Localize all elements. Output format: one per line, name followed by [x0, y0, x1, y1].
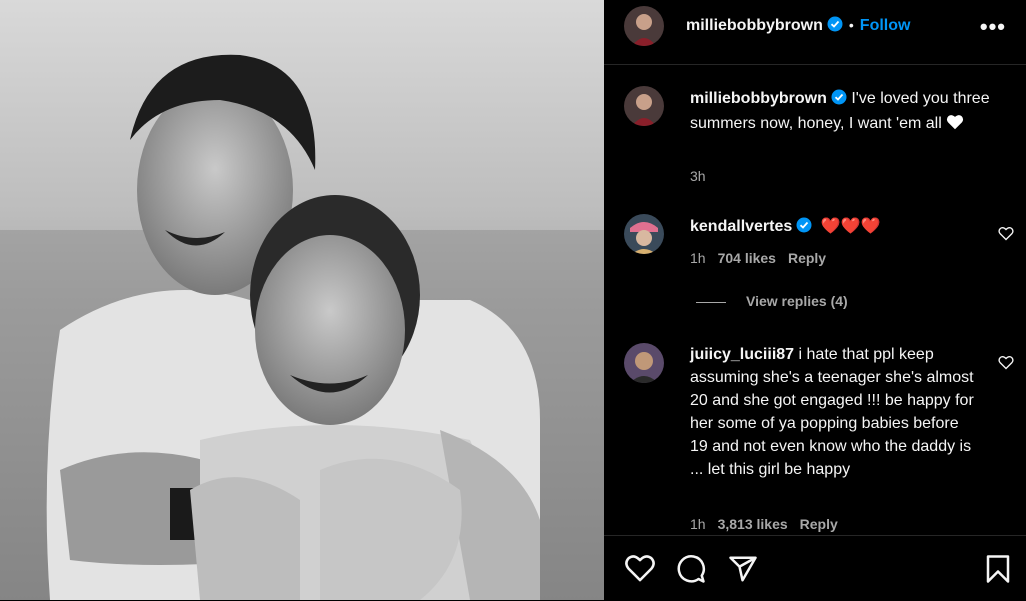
view-replies-label: View replies (4) — [746, 293, 848, 309]
comment-likes[interactable]: 704 likes — [718, 250, 776, 266]
caption-meta: 3h — [690, 168, 718, 184]
follow-button[interactable]: Follow — [860, 17, 911, 34]
reply-button[interactable]: Reply — [788, 250, 826, 266]
comment-icon[interactable] — [676, 554, 706, 589]
commenter-avatar[interactable] — [624, 214, 664, 254]
caption-username[interactable]: milliebobbybrown — [690, 90, 827, 107]
avatar-image — [624, 86, 664, 126]
post-header: milliebobbybrown • Follow ••• — [604, 0, 1026, 52]
verified-icon — [796, 217, 812, 240]
like-comment-heart-icon[interactable] — [998, 226, 1014, 246]
comment-text: i hate that ppl keep assuming she's a te… — [690, 346, 974, 478]
caption-avatar[interactable] — [624, 86, 664, 126]
post-actions-bar — [604, 535, 1026, 601]
post-sidebar: milliebobbybrown • Follow ••• milliebobbyb… — [604, 0, 1026, 600]
verified-icon — [831, 89, 847, 112]
reply-button[interactable]: Reply — [800, 516, 838, 532]
post-photo[interactable] — [0, 0, 604, 600]
comment-text: ❤️❤️❤️ — [820, 218, 881, 235]
engagement-photo — [0, 0, 604, 600]
author-username[interactable]: milliebobbybrown — [686, 17, 823, 34]
comment-username[interactable]: juiicy_luciii87 — [690, 346, 794, 363]
more-icon[interactable]: ••• — [980, 14, 1006, 40]
comment-meta: 1h 3,813 likes Reply — [690, 516, 850, 532]
replies-line — [696, 301, 726, 303]
share-icon[interactable] — [728, 554, 758, 589]
separator-dot: • — [848, 17, 854, 33]
caption-body: milliebobbybrown I've loved you three su… — [690, 87, 1010, 135]
comment-time[interactable]: 1h — [690, 516, 706, 532]
bookmark-icon[interactable] — [984, 554, 1012, 589]
comment-likes[interactable]: 3,813 likes — [718, 516, 788, 532]
white-heart-icon — [946, 115, 964, 132]
like-comment-heart-icon[interactable] — [998, 355, 1014, 375]
commenter-avatar[interactable] — [624, 343, 664, 383]
avatar-image — [624, 343, 664, 383]
view-replies-button[interactable]: View replies (4) — [696, 293, 848, 309]
avatar-image — [624, 6, 664, 46]
comment-body: juiicy_luciii87 i hate that ppl keep ass… — [690, 343, 980, 481]
comment-username[interactable]: kendallvertes — [690, 218, 792, 235]
avatar-image — [624, 214, 664, 254]
author-avatar[interactable] — [624, 6, 664, 46]
comment-meta: 1h 704 likes Reply — [690, 250, 838, 266]
like-heart-icon[interactable] — [624, 554, 656, 587]
header-user-line: milliebobbybrown • Follow — [686, 16, 910, 37]
verified-icon — [827, 16, 843, 37]
caption-time[interactable]: 3h — [690, 168, 706, 184]
header-divider — [604, 64, 1026, 65]
comment-time[interactable]: 1h — [690, 250, 706, 266]
comment-body: kendallvertes ❤️❤️❤️ — [690, 215, 990, 240]
